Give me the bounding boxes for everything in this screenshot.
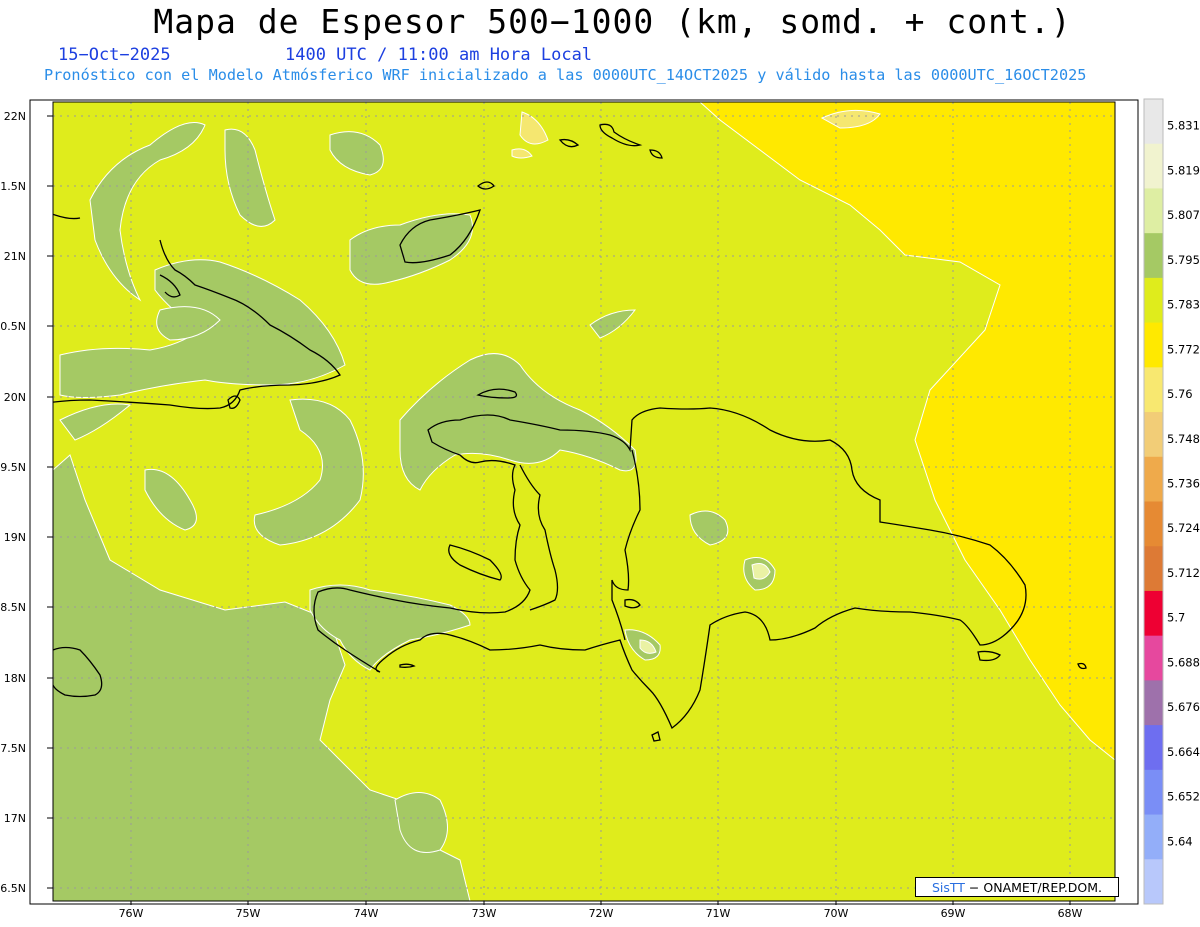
- colorbar-swatch: [1144, 322, 1163, 368]
- x-tick-label: 75W: [236, 907, 261, 920]
- colorbar-swatch: [1144, 680, 1163, 726]
- colorbar-swatch: [1144, 635, 1163, 681]
- colorbar-label: 5.795: [1167, 253, 1200, 267]
- colorbar-swatch: [1144, 188, 1163, 234]
- colorbar-swatch: [1144, 233, 1163, 279]
- colorbar-swatch: [1144, 367, 1163, 413]
- colorbar-swatch: [1144, 725, 1163, 771]
- colorbar-label: 5.688: [1167, 655, 1200, 669]
- colorbar-swatch: [1144, 456, 1163, 502]
- colorbar-label: 5.712: [1167, 566, 1200, 580]
- colorbar-swatch: [1144, 546, 1163, 592]
- colorbar-label: 5.736: [1167, 477, 1200, 491]
- colorbar-swatch: [1144, 769, 1163, 816]
- colorbar-label: 5.819: [1167, 163, 1200, 177]
- y-tick-label: 9.5N: [0, 461, 26, 474]
- x-tick-label: 73W: [472, 907, 497, 920]
- colorbar-swatch: [1144, 859, 1163, 905]
- y-tick-label: 19N: [4, 531, 26, 544]
- colorbar: 5.831 5.819 5.807 5.795 5.783 5.772 5.76 5.748 5…: [1143, 98, 1200, 905]
- colorbar-swatch: [1144, 814, 1163, 860]
- y-tick-label: 0.5N: [0, 320, 26, 333]
- colorbar-label: 5.748: [1167, 432, 1200, 446]
- colorbar-label: 5.676: [1167, 700, 1200, 714]
- x-tick-label: 72W: [589, 907, 614, 920]
- y-tick-label: 20N: [4, 391, 26, 404]
- colorbar-label: 5.807: [1167, 208, 1200, 222]
- y-tick-label: 22N: [4, 110, 26, 123]
- y-tick-label: 18N: [4, 672, 26, 685]
- colorbar-swatch: [1144, 501, 1163, 547]
- x-tick-label: 68W: [1058, 907, 1083, 920]
- colorbar-swatch: [1144, 412, 1163, 458]
- colorbar-label: 5.652: [1167, 790, 1200, 804]
- credit-box: SisTT − ONAMET/REP.DOM.: [915, 877, 1119, 897]
- x-tick-label: 76W: [119, 907, 144, 920]
- x-tick-label: 71W: [706, 907, 731, 920]
- colorbar-swatch: [1144, 99, 1163, 145]
- y-tick-label: 17N: [4, 812, 26, 825]
- y-tick-label: 6.5N: [0, 882, 26, 895]
- credit-brand: SisTT: [931, 880, 965, 895]
- x-tick-label: 74W: [354, 907, 379, 920]
- colorbar-label: 5.76: [1167, 387, 1193, 401]
- x-tick-label: 69W: [941, 907, 966, 920]
- y-tick-label: 8.5N: [0, 601, 26, 614]
- colorbar-swatch: [1144, 590, 1163, 637]
- colorbar-swatch: [1144, 277, 1163, 324]
- colorbar-label: 5.64: [1167, 834, 1193, 848]
- y-tick-label: 7.5N: [0, 742, 26, 755]
- colorbar-label: 5.7: [1167, 611, 1185, 625]
- colorbar-label: 5.783: [1167, 298, 1200, 312]
- y-tick-label: 21N: [4, 250, 26, 263]
- colorbar-label: 5.831: [1167, 119, 1200, 133]
- y-tick-label: 1.5N: [0, 180, 26, 193]
- colorbar-label: 5.664: [1167, 745, 1200, 759]
- thickness-field: [53, 102, 1115, 901]
- map-figure: 76W 75W 74W 73W 72W 71W 70W 69W 68W 22N 1.5N 21N 0.…: [0, 98, 1200, 920]
- colorbar-label: 5.772: [1167, 342, 1200, 356]
- x-tick-label: 70W: [824, 907, 849, 920]
- colorbar-swatch: [1144, 143, 1163, 189]
- credit-text: − ONAMET/REP.DOM.: [964, 880, 1103, 895]
- colorbar-label: 5.724: [1167, 521, 1200, 535]
